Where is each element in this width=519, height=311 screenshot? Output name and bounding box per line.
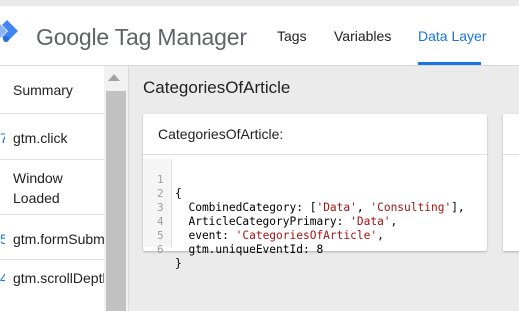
code-token: , <box>356 201 371 214</box>
page-title: CategoriesOfArticle <box>143 78 291 97</box>
tab-variables[interactable]: Variables <box>334 28 391 44</box>
event-sidebar: Summary 7 gtm.click Window Loaded 5 gtm.… <box>0 66 129 311</box>
sidebar-item-label: Summary <box>13 82 73 98</box>
code-line: 4 event: 'CategoriesOfArticle', <box>143 201 384 242</box>
code-line: 1 { <box>143 159 197 200</box>
code-token: } <box>175 257 182 270</box>
sidebar-item-label: gtm.scrollDepth <box>13 270 105 286</box>
sidebar-divider <box>0 113 104 114</box>
event-number: 7 <box>0 128 5 148</box>
sidebar-item-gtm-form-submit[interactable]: gtm.formSubmit <box>13 229 105 249</box>
code-token: gtm.uniqueEventId: 8 <box>175 243 324 256</box>
code-text: CombinedCategory: ['Data', 'Consulting']… <box>175 201 465 215</box>
event-number: 5 <box>0 229 5 249</box>
string-literal: 'Consulting' <box>370 201 452 214</box>
sidebar-divider <box>0 214 104 215</box>
tab-tags[interactable]: Tags <box>277 28 307 44</box>
brand-name: Google Tag Manager <box>36 24 247 50</box>
tab-data-layer[interactable]: Data Layer <box>418 28 486 44</box>
card-divider <box>503 154 519 155</box>
code-text: event: 'CategoriesOfArticle', <box>175 229 384 243</box>
sidebar-item-window-loaded[interactable]: Window Loaded <box>13 168 83 208</box>
card-title: CategoriesOfArticle: <box>158 126 284 142</box>
code-line: 3 ArticleCategoryPrimary: 'Data', <box>143 187 397 228</box>
sidebar-divider <box>0 259 104 260</box>
code-line: 2 CombinedCategory: ['Data', 'Consulting… <box>143 173 465 214</box>
data-layer-card: CategoriesOfArticle: 1 { 2 CombinedCateg… <box>143 114 487 270</box>
code-line: 6 } <box>143 229 197 270</box>
code-text: ArticleCategoryPrimary: 'Data', <box>175 215 397 229</box>
gtm-preview-page: Google Tag Manager Tags Variables Data L… <box>0 0 519 311</box>
code-block: 1 { 2 CombinedCategory: ['Data', 'Consul… <box>143 159 487 270</box>
header: Google Tag Manager Tags Variables Data L… <box>0 6 519 66</box>
string-literal: 'Data' <box>316 201 357 214</box>
sidebar-divider <box>0 159 104 160</box>
code-text: gtm.uniqueEventId: 8 <box>175 243 323 257</box>
scrollbar-thumb[interactable] <box>106 91 126 311</box>
next-card-partial <box>503 114 519 251</box>
scroll-up-arrow-icon[interactable] <box>108 74 120 81</box>
code-token: , <box>377 229 384 242</box>
card-divider <box>143 154 487 155</box>
sidebar-item-label: gtm.formSubmit <box>13 231 105 247</box>
active-tab-indicator <box>418 62 481 65</box>
code-line: 5 gtm.uniqueEventId: 8 <box>143 215 323 256</box>
tag-manager-logo-icon <box>0 20 18 42</box>
code-token: , <box>390 215 398 228</box>
code-token: ArticleCategoryPrimary: <box>175 215 351 228</box>
sidebar-item-gtm-click[interactable]: gtm.click <box>13 128 105 148</box>
sidebar-item-label: gtm.click <box>13 130 68 146</box>
code-token: ], <box>451 201 465 214</box>
code-text: } <box>175 257 182 271</box>
sidebar-item-label: Window Loaded <box>13 170 63 206</box>
event-number: 4 <box>0 268 5 288</box>
sidebar-item-gtm-scroll-depth[interactable]: gtm.scrollDepth <box>13 268 105 288</box>
line-number: 6 <box>157 243 164 256</box>
string-literal: 'CategoriesOfArticle' <box>235 229 378 242</box>
string-literal: 'Data' <box>350 215 391 228</box>
sidebar-item-summary[interactable]: Summary <box>13 80 105 100</box>
